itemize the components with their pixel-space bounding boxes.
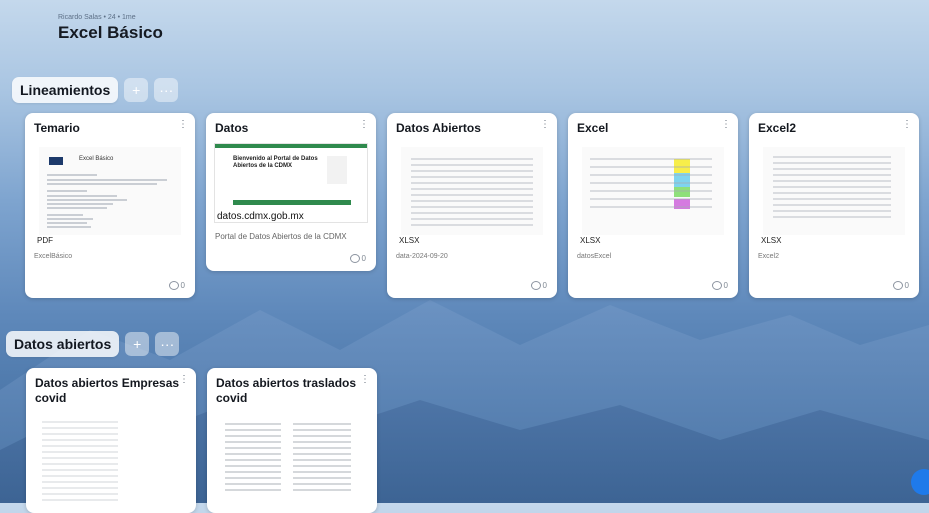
web-stat-block [327,156,347,184]
more-options-icon[interactable]: ⋮ [359,119,369,130]
file-name: Excel2 [758,253,780,260]
section-label[interactable]: Lineamientos [12,77,119,103]
spreadsheet-thumbnail [582,147,724,235]
card-title: Excel [577,121,609,135]
comments-number: 0 [723,281,728,290]
file-type-badge: PDF [34,235,56,246]
comments-number: 0 [542,281,547,290]
comments-number: 0 [361,254,366,263]
add-post-button[interactable]: + [124,78,149,102]
card-title: Datos [215,121,249,135]
comments-count[interactable]: 0 [892,281,909,290]
comment-icon [349,254,360,263]
card-title: Datos Abiertos [396,121,481,135]
file-name: ExcelBásico [34,253,73,260]
comment-icon [711,281,722,290]
spreadsheet-grid [590,158,712,209]
web-green-banner [233,200,351,205]
card-title: Datos abiertos Empresas covid [35,376,180,405]
section-datos-abiertos-header: Datos abiertos + ··· [6,331,180,357]
file-type-badge: XLSX [577,235,604,246]
more-options-icon[interactable]: ⋮ [360,374,370,385]
section-label[interactable]: Datos abiertos [6,331,120,357]
card-title: Datos abiertos traslados covid [216,376,357,405]
comments-count[interactable]: 0 [530,281,547,290]
comment-icon [892,281,903,290]
comment-icon [168,281,179,290]
card-title: Temario [34,121,80,135]
add-post-button[interactable]: + [125,332,150,356]
link-url[interactable]: datos.cdmx.gob.mx [215,211,306,222]
board-title: Excel Básico [58,23,163,42]
card-datos-abiertos-traslados-covid[interactable]: Datos abiertos traslados covid ⋮ [207,368,377,513]
more-options-icon[interactable]: ⋮ [721,119,731,130]
comments-count[interactable]: 0 [349,254,366,263]
document-logo [49,157,63,165]
document-text-lines [47,174,167,228]
file-name: datosExcel [577,253,612,260]
web-header-bar [215,144,367,148]
comments-count[interactable]: 0 [711,281,728,290]
section-more-button[interactable]: ··· [154,78,179,102]
comments-number: 0 [180,281,185,290]
card-title: Excel2 [758,121,797,135]
more-options-icon[interactable]: ⋮ [179,374,189,385]
more-options-icon[interactable]: ⋮ [540,119,550,130]
pdf-thumbnail: Excel Básico [39,147,181,235]
card-excel[interactable]: Excel ⋮ XLSX datosExcel 0 [568,113,738,298]
card-datos[interactable]: Datos ⋮ Bienvenido al Portal de Datos Ab… [206,113,376,271]
card-excel2[interactable]: Excel2 ⋮ XLSX Excel2 0 [749,113,919,298]
more-options-icon[interactable]: ⋮ [902,119,912,130]
spreadsheet-thumbnail [763,147,905,235]
comments-count[interactable]: 0 [168,281,185,290]
spreadsheet-grid [42,421,118,501]
link-description: Portal de Datos Abiertos de la CDMX [215,232,347,241]
web-heading: Bienvenido al Portal de Datos Abiertos d… [233,156,318,169]
comment-icon [530,281,541,290]
card-datos-abiertos-empresas-covid[interactable]: Datos abiertos Empresas covid ⋮ [26,368,196,513]
spreadsheet-grid [411,158,533,226]
file-type-badge: XLSX [758,235,785,246]
spreadsheet-thumbnail [221,418,361,508]
card-temario[interactable]: Temario ⋮ Excel Básico PDF ExcelBásico 0 [25,113,195,298]
card-datos-abiertos[interactable]: Datos Abiertos ⋮ XLSX data-2024-09-20 0 [387,113,557,298]
document-text-lines [225,423,351,491]
spreadsheet-thumbnail [401,147,543,235]
file-name: data-2024-09-20 [396,253,448,260]
board-header: Ricardo Salas • 24 • 1me Excel Básico [58,14,163,43]
file-type-badge: XLSX [396,235,423,246]
board-meta: Ricardo Salas • 24 • 1me [58,14,136,21]
section-lineamientos-header: Lineamientos + ··· [12,77,179,103]
pdf-heading: Excel Básico [79,156,114,162]
section-more-button[interactable]: ··· [155,332,180,356]
spreadsheet-grid [773,156,891,218]
comments-number: 0 [904,281,909,290]
more-options-icon[interactable]: ⋮ [178,119,188,130]
spreadsheet-thumbnail [40,418,120,508]
